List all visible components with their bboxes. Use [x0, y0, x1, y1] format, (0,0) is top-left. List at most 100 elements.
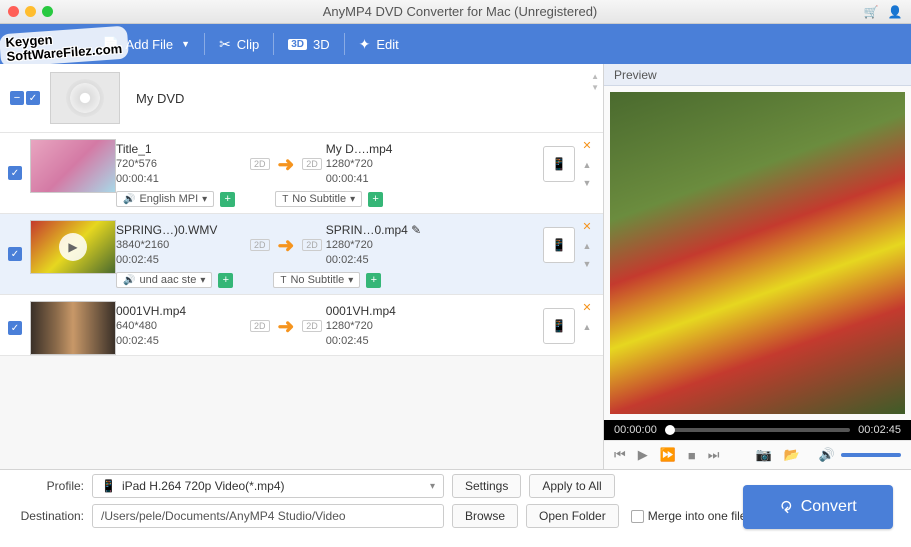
browse-button[interactable]: Browse — [452, 504, 518, 528]
volume-slider[interactable] — [841, 453, 901, 457]
move-up-icon[interactable]: ▲ — [583, 322, 592, 332]
arrow-right-icon: ➜ — [278, 152, 295, 177]
dvd-name: My DVD — [136, 91, 184, 106]
move-up-icon[interactable]: ▲ — [583, 241, 592, 251]
move-down-icon[interactable]: ▼ — [583, 259, 592, 269]
2d-badge: 2D — [250, 239, 270, 251]
item-checkbox[interactable]: ✓ — [8, 166, 22, 180]
add-subtitle-button[interactable]: + — [366, 273, 381, 288]
toolbar-separator — [204, 33, 205, 55]
item-checkbox[interactable]: ✓ — [8, 321, 22, 335]
device-select-button[interactable]: 📱 — [543, 227, 575, 263]
seek-knob[interactable] — [665, 425, 675, 435]
subtitle-value: No Subtitle — [290, 274, 344, 286]
add-audio-button[interactable]: + — [220, 192, 235, 207]
scissors-icon: ✂ — [219, 36, 231, 53]
source-info: Title_1 720*576 00:00:41 — [116, 141, 246, 187]
apply-all-button[interactable]: Apply to All — [529, 474, 614, 498]
dvd-checkbox[interactable]: ✓ — [26, 91, 40, 105]
wand-icon: ✦ — [359, 36, 371, 53]
dest-res: 1280*720 — [326, 238, 456, 253]
dest-res: 1280*720 — [326, 157, 456, 172]
chevron-down-icon: ▾ — [200, 275, 205, 286]
open-folder-button[interactable]: Open Folder — [526, 504, 619, 528]
dvd-group-row[interactable]: − ✓ My DVD — [0, 64, 603, 133]
cart-icon[interactable]: 🛒 — [863, 4, 879, 20]
source-res: 720*576 — [116, 157, 246, 172]
add-audio-button[interactable]: + — [218, 273, 233, 288]
edit-button[interactable]: ✦ Edit — [349, 32, 409, 57]
chevron-down-icon: ▾ — [348, 275, 353, 286]
subtitle-value: No Subtitle — [292, 193, 346, 205]
dest-name: 0001VH.mp4 — [326, 303, 456, 319]
3d-badge-icon: 3D — [288, 39, 307, 50]
subtitle-select[interactable]: TNo Subtitle▾ — [273, 272, 360, 288]
source-res: 3840*2160 — [116, 238, 246, 253]
remove-item-icon[interactable]: ✕ — [582, 220, 591, 233]
disc-icon — [66, 79, 104, 117]
speaker-icon: 🔊 — [123, 275, 135, 286]
profile-select[interactable]: 📱iPad H.264 720p Video(*.mp4) ▾ — [92, 474, 444, 498]
edit-pencil-icon[interactable]: ✎ — [411, 223, 421, 237]
dest-info: 0001VH.mp4 1280*720 00:02:45 — [326, 303, 456, 349]
chevron-down-icon: ▾ — [430, 481, 435, 492]
preview-video[interactable] — [610, 92, 905, 414]
merge-checkbox[interactable] — [631, 510, 644, 523]
move-up-icon[interactable]: ▲ — [583, 160, 592, 170]
remove-item-icon[interactable]: ✕ — [582, 139, 591, 152]
profile-value: iPad H.264 720p Video(*.mp4) — [122, 479, 285, 493]
item-thumbnail[interactable]: ▶ — [30, 220, 116, 274]
move-down-icon[interactable]: ▼ — [583, 178, 592, 188]
destination-input[interactable]: /Users/pele/Documents/AnyMP4 Studio/Vide… — [92, 504, 444, 528]
toolbar-separator — [273, 33, 274, 55]
item-thumbnail[interactable] — [30, 139, 116, 193]
settings-button[interactable]: Settings — [452, 474, 521, 498]
audio-select[interactable]: 🔊und aac ste▾ — [116, 272, 212, 288]
audio-select[interactable]: 🔊English MPI▾ — [116, 191, 214, 207]
add-subtitle-button[interactable]: + — [368, 192, 383, 207]
prev-frame-icon[interactable]: ⏮ — [614, 447, 626, 463]
dest-dur: 00:02:45 — [326, 253, 456, 268]
edit-label: Edit — [376, 37, 398, 52]
list-scroll-top[interactable]: ▲▼ — [591, 72, 599, 92]
merge-label: Merge into one file — [648, 509, 747, 523]
subtitle-select[interactable]: TNo Subtitle▾ — [275, 191, 362, 207]
source-name: SPRING…)0.WMV — [116, 222, 246, 238]
source-res: 640*480 — [116, 319, 246, 334]
list-item[interactable]: ✓ ▶ SPRING…)0.WMV 3840*2160 00:02:45 2D … — [0, 214, 603, 295]
dvd-thumb — [50, 72, 120, 124]
source-dur: 00:02:45 — [116, 334, 246, 349]
item-thumbnail[interactable] — [30, 301, 116, 355]
stop-icon[interactable]: ■ — [688, 448, 696, 463]
open-folder-icon[interactable]: 📂 — [784, 447, 800, 463]
clip-label: Clip — [237, 37, 259, 52]
snapshot-icon[interactable]: 📷 — [755, 447, 771, 463]
device-select-button[interactable]: 📱 — [543, 146, 575, 182]
chevron-down-icon: ▼ — [181, 39, 190, 49]
arrow-right-icon: ➜ — [278, 233, 295, 258]
time-total: 00:02:45 — [858, 424, 901, 436]
remove-item-icon[interactable]: ✕ — [582, 301, 591, 314]
3d-button[interactable]: 3D 3D — [278, 33, 339, 56]
volume-icon[interactable]: 🔊 — [819, 447, 835, 463]
next-frame-icon[interactable]: ⏭ — [708, 447, 720, 463]
clip-button[interactable]: ✂ Clip — [209, 32, 269, 57]
2d-badge: 2D — [302, 320, 322, 332]
device-select-button[interactable]: 📱 — [543, 308, 575, 344]
convert-button[interactable]: ⟳ Convert — [743, 485, 893, 529]
dest-dur: 00:02:45 — [326, 334, 456, 349]
user-icon[interactable]: 👤 — [887, 4, 903, 20]
window-minimize-button[interactable] — [25, 6, 36, 17]
list-item[interactable]: ✓ Title_1 720*576 00:00:41 2D ➜ 2D My D…… — [0, 133, 603, 214]
window-maximize-button[interactable] — [42, 6, 53, 17]
audio-value: English MPI — [139, 193, 198, 205]
list-item[interactable]: ✓ 0001VH.mp4 640*480 00:02:45 2D ➜ 2D 00… — [0, 295, 603, 356]
preview-panel: Preview 00:00:00 00:02:45 ⏮ ▶ ⏩ ■ ⏭ 📷 📂 … — [604, 64, 911, 469]
play-icon[interactable]: ▶ — [638, 447, 648, 463]
toolbar-separator — [344, 33, 345, 55]
seek-slider[interactable] — [665, 428, 850, 432]
item-checkbox[interactable]: ✓ — [8, 247, 22, 261]
collapse-toggle[interactable]: − — [10, 91, 24, 105]
window-close-button[interactable] — [8, 6, 19, 17]
fast-forward-icon[interactable]: ⏩ — [660, 447, 676, 463]
